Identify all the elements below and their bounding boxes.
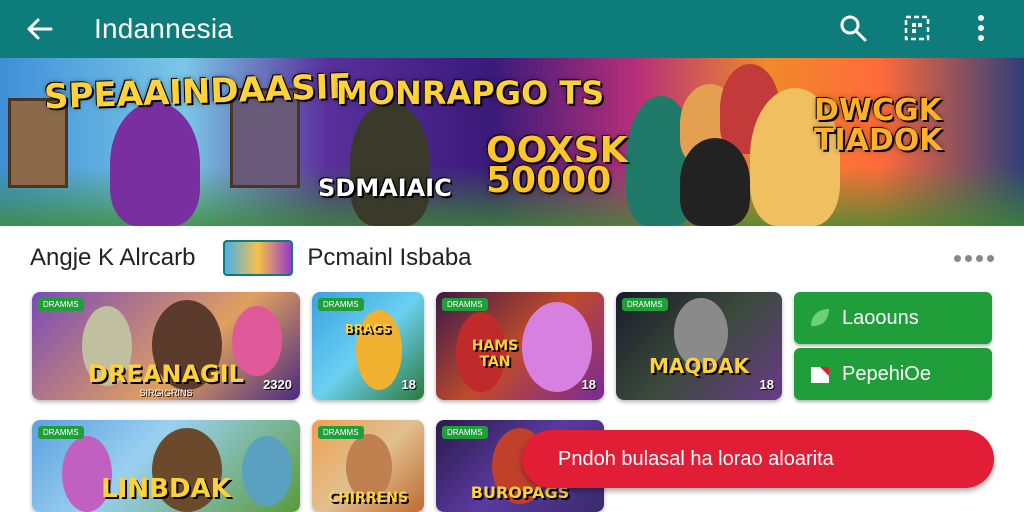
card-tag: DRAMMS [442,298,488,311]
game-card[interactable]: DRAMMS LINBDAK [32,420,300,512]
section-header: Angje K Alrcarb Pcmainl Isbaba [0,238,1024,278]
game-card[interactable]: DRAMMS HAMS TAN 18 [436,292,604,400]
card-title: CHIRRENS [327,490,409,506]
green-button-secondary[interactable]: PepehiOe [794,348,992,400]
green-button-label: PepehiOe [842,362,931,385]
game-card[interactable]: DRAMMS MAQDAK 18 [616,292,782,400]
banner-title: SDMAIAIC [318,174,452,202]
banner-title: DWCGK TIADOK [814,93,943,158]
card-count: 18 [759,377,774,392]
banner-title: SPEAAINDAASIE [43,66,353,118]
card-count: 18 [401,377,416,392]
snackbar-notification[interactable]: Pndoh bulasal ha lorao aloarita [522,430,994,488]
card-title: HAMS TAN [471,338,519,370]
banner-character [110,102,200,226]
grid-icon[interactable] [898,9,936,47]
section-label-secondary: Pcmainl Isbaba [307,244,472,271]
banner-character [680,138,750,226]
card-count: 18 [581,377,596,392]
section-label: Angje K Alrcarb [30,244,196,271]
card-count: 2320 [263,377,292,392]
leaf-icon [808,306,832,330]
banner-title: OOXSK 50000 [486,130,628,201]
card-title: MAQDAK [649,354,749,378]
promo-banner[interactable]: SPEAAINDAASIE MONRAPGO TS OOXSK 50000 SD… [0,58,1024,226]
tag-icon [808,362,832,386]
app-bar: Indannesia [0,0,1024,58]
green-button-label: Laoouns [842,306,919,329]
card-subtitle: SIRGIGRINS [139,388,193,398]
card-tag: DRAMMS [622,298,668,311]
card-tag: DRAMMS [38,298,84,311]
game-card[interactable]: DRAMMS BRAGS 18 [312,292,424,400]
card-title: LINBDAK [101,474,231,504]
more-horiz-icon[interactable] [954,250,994,266]
snackbar-text: Pndoh bulasal ha lorao aloarita [558,447,834,470]
banner-character [350,102,430,226]
card-title: DREANAGIL [88,360,244,388]
card-tag: DRAMMS [442,426,488,439]
banner-title: MONRAPGO TS [336,74,605,112]
card-tag: DRAMMS [318,426,364,439]
app-title: Indannesia [94,13,234,44]
game-card[interactable]: DRAMMS CHIRRENS [312,420,424,512]
search-icon[interactable] [834,9,872,47]
card-title: BRAGS [344,322,392,336]
card-tag: DRAMMS [38,426,84,439]
green-button-primary[interactable]: Laoouns [794,292,992,344]
game-card[interactable]: DRAMMS DREANAGIL SIRGIGRINS 2320 [32,292,300,400]
card-tag: DRAMMS [318,298,364,311]
section-thumbnail[interactable] [223,240,294,276]
back-arrow-icon[interactable] [24,14,54,44]
more-vert-icon[interactable] [962,9,1000,47]
